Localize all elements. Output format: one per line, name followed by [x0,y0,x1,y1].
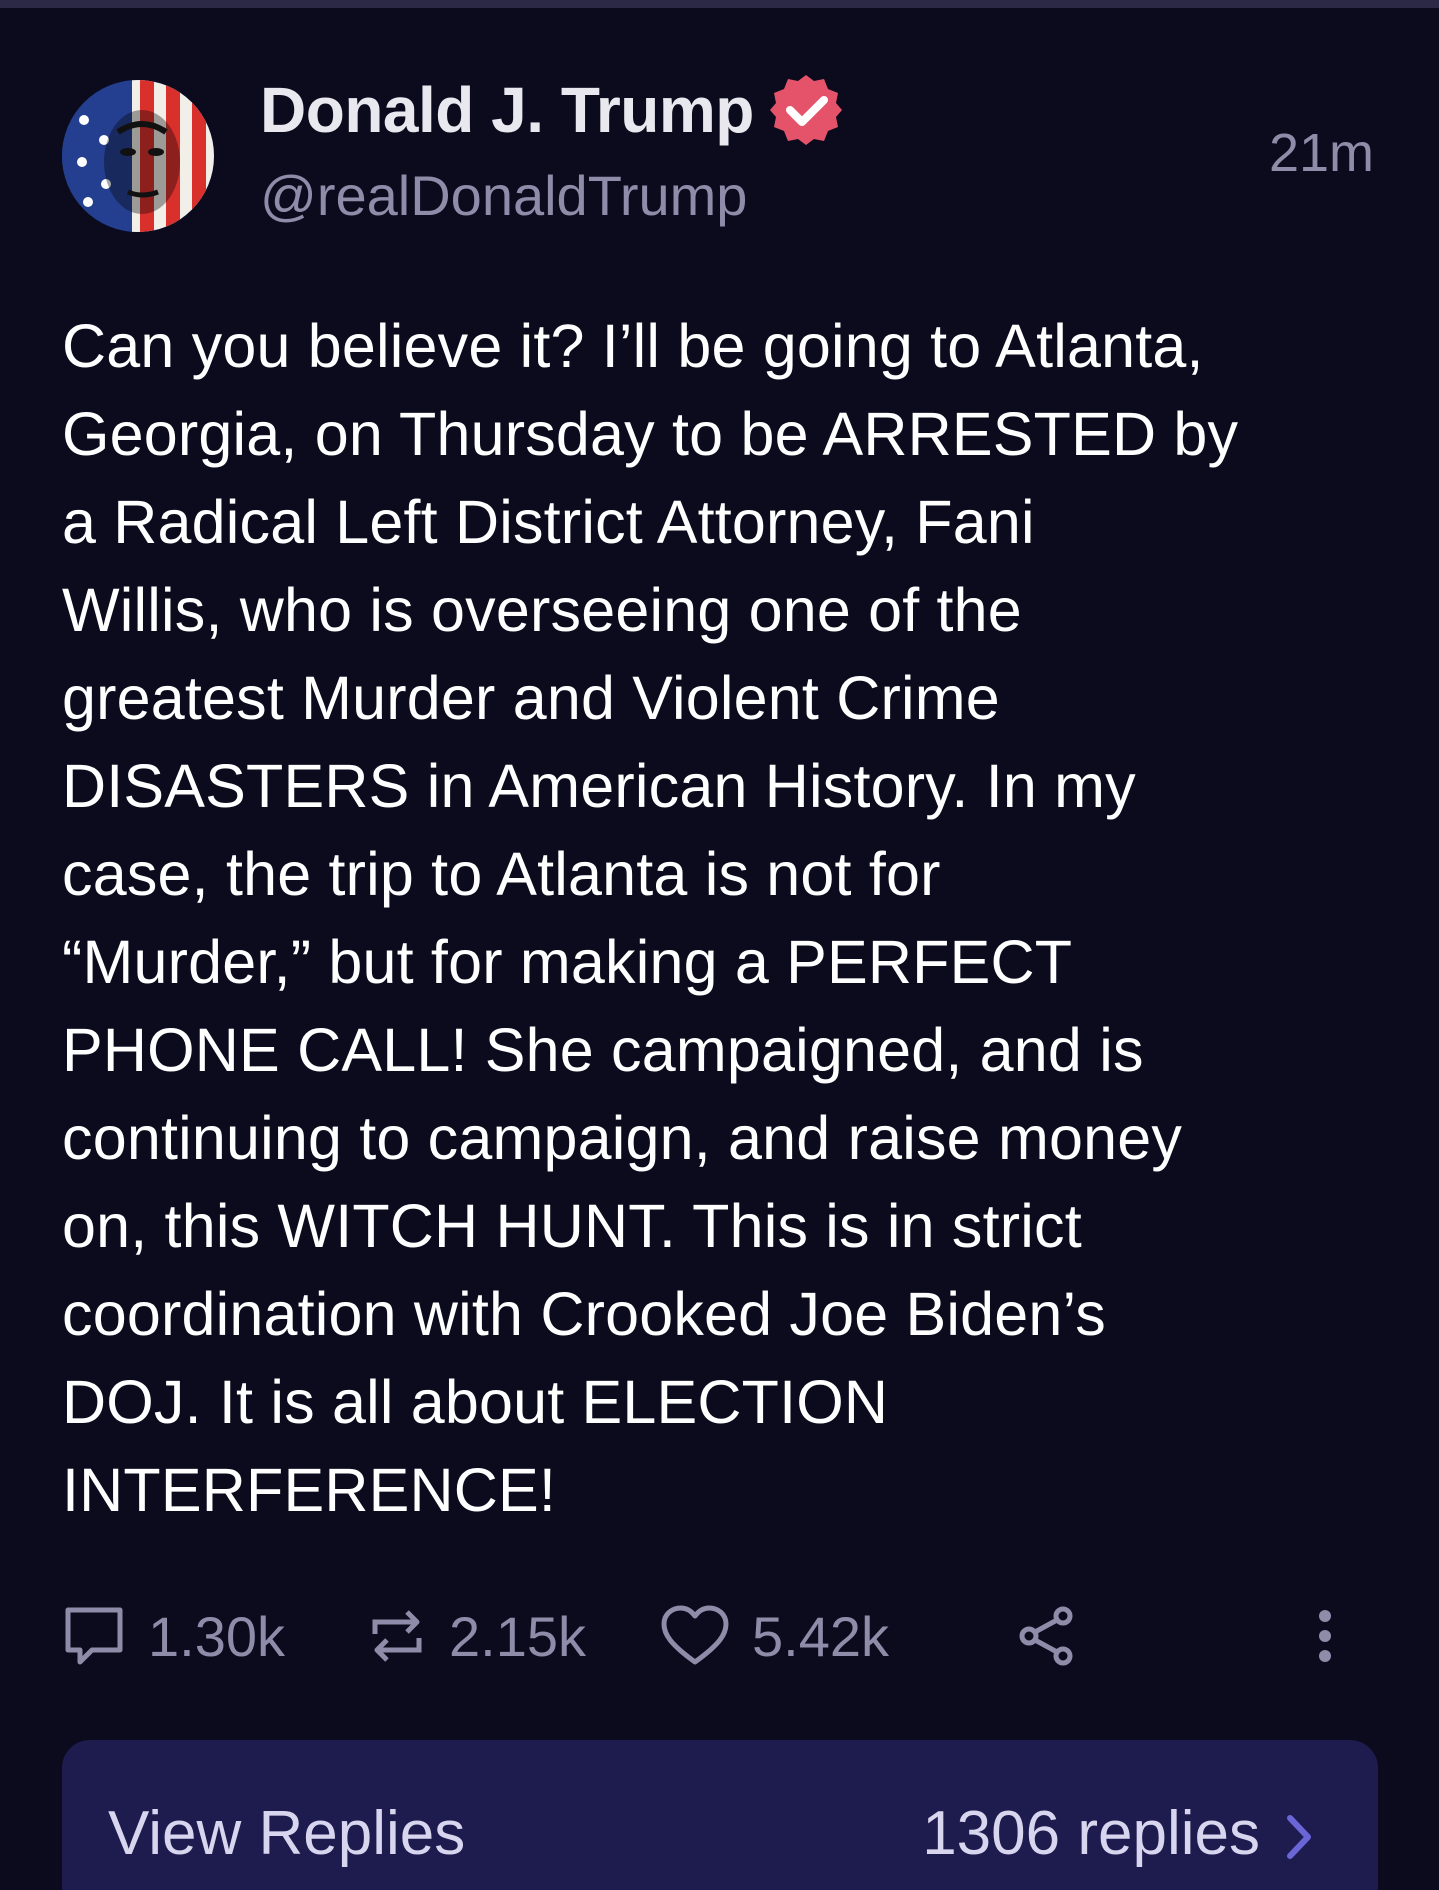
replies-count: 1306 replies [922,1799,1260,1868]
author-name[interactable]: Donald J. Trump [260,73,754,147]
chevron-right-icon [1287,1815,1311,1859]
post-actions-bar: 1.30k 2.15k 5.42k [62,1600,1382,1672]
more-icon [1319,1610,1331,1662]
repost-count: 2.15k [449,1604,586,1668]
verified-badge-icon [768,72,844,148]
top-divider [0,0,1439,8]
heart-icon [661,1605,729,1665]
like-button[interactable]: 5.42k [660,1600,889,1672]
reply-count: 1.30k [148,1604,285,1668]
more-options-button[interactable] [1313,1600,1359,1672]
repost-button[interactable]: 2.15k [367,1600,586,1672]
reply-icon [65,1607,123,1665]
share-button[interactable] [1015,1600,1101,1672]
share-icon [1019,1606,1073,1666]
repost-icon [372,1610,422,1662]
view-replies-bar[interactable]: View Replies 1306 replies [62,1740,1378,1890]
like-count: 5.42k [752,1604,889,1668]
view-replies-label: View Replies [108,1799,466,1868]
author-avatar[interactable] [62,80,214,232]
author-handle[interactable]: @realDonaldTrump [260,163,747,228]
reply-button[interactable]: 1.30k [62,1600,285,1672]
author-name-row: Donald J. Trump [260,72,844,148]
post-timestamp[interactable]: 21m [1269,122,1374,184]
post-text: Can you believe it? I’ll be going to Atl… [62,312,1239,1524]
